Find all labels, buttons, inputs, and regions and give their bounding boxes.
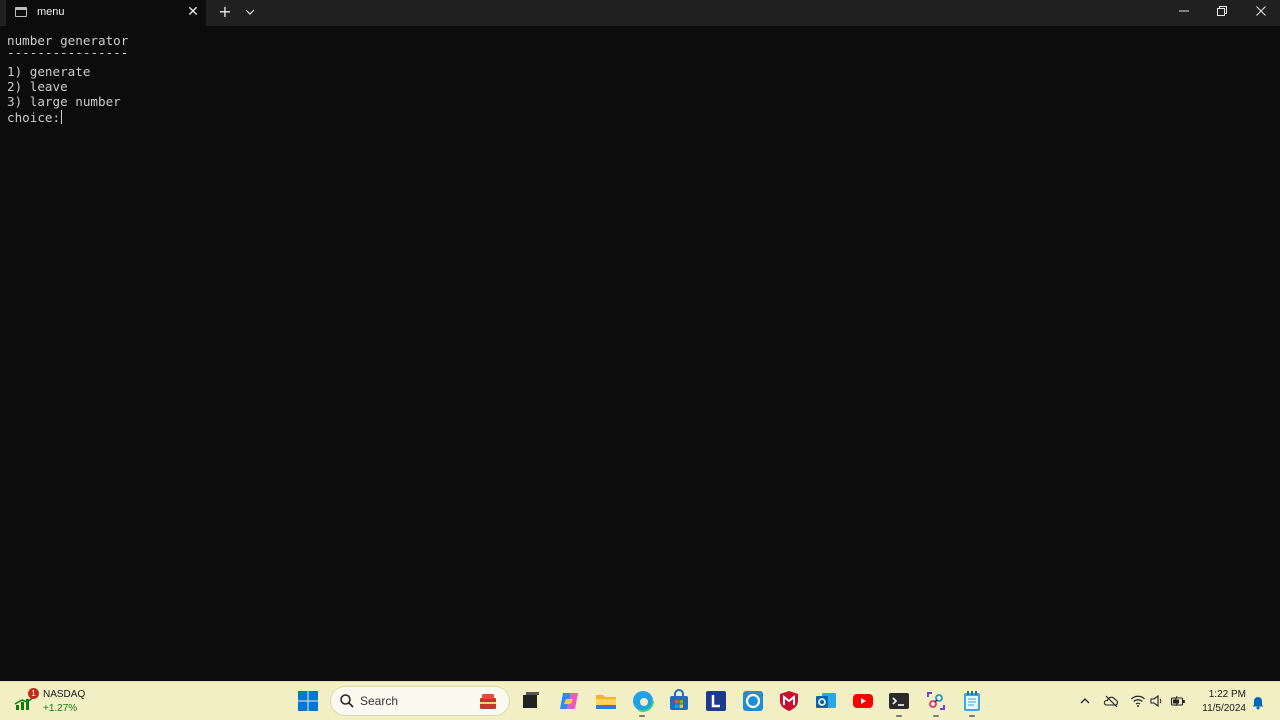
text-cursor xyxy=(61,110,63,124)
terminal-line: 1) generate xyxy=(7,64,91,79)
youtube-icon[interactable] xyxy=(851,689,875,713)
restore-icon xyxy=(1217,6,1227,16)
search-icon xyxy=(340,694,354,708)
clock-time: 1:22 PM xyxy=(1208,689,1246,700)
terminal-line: 2) leave xyxy=(7,79,68,94)
search-placeholder: Search xyxy=(360,694,399,708)
running-indicator xyxy=(896,715,902,717)
tab-menu[interactable]: menu ✕ xyxy=(6,0,206,26)
mcafee-icon[interactable] xyxy=(777,689,801,713)
tab-close-button[interactable]: ✕ xyxy=(184,3,202,21)
taskbar: 1 NASDAQ +1.27% Search 1:22 PM 11/5/2024 xyxy=(0,681,1280,720)
minimize-button[interactable] xyxy=(1165,0,1203,26)
notification-bell-icon[interactable] xyxy=(1251,694,1265,710)
copilot-icon[interactable] xyxy=(557,689,581,713)
edge-icon[interactable] xyxy=(631,689,655,713)
clock-date: 11/5/2024 xyxy=(1202,703,1246,714)
chevron-up-icon[interactable] xyxy=(1077,694,1093,708)
running-indicator xyxy=(639,715,645,717)
l-app-icon[interactable] xyxy=(704,689,728,713)
task-view-icon[interactable] xyxy=(519,689,543,713)
chevron-down-icon xyxy=(245,9,255,15)
stock-change: +1.27% xyxy=(43,703,78,714)
store-icon[interactable] xyxy=(667,689,691,713)
search-highlight-icon xyxy=(480,694,496,709)
wifi-icon[interactable] xyxy=(1130,694,1146,708)
snipping-tool-icon[interactable] xyxy=(924,689,948,713)
running-indicator xyxy=(933,715,939,717)
terminal-prompt-line[interactable]: choice: xyxy=(7,110,63,125)
terminal-line: ---------------- xyxy=(7,45,129,60)
file-explorer-icon[interactable] xyxy=(594,689,618,713)
alexa-icon[interactable] xyxy=(741,689,765,713)
notepad-icon[interactable] xyxy=(960,689,984,713)
title-bar: menu ✕ + xyxy=(0,0,1280,26)
minimize-icon xyxy=(1179,10,1189,12)
notification-badge: 1 xyxy=(28,688,39,699)
battery-icon[interactable] xyxy=(1170,694,1186,708)
tab-dropdown-button[interactable] xyxy=(241,3,259,21)
new-tab-button[interactable]: + xyxy=(216,3,234,21)
stock-name: NASDAQ xyxy=(43,689,86,700)
windows-start-icon[interactable] xyxy=(296,689,320,713)
search-box[interactable]: Search xyxy=(330,686,510,716)
stock-widget[interactable]: 1 NASDAQ +1.27% xyxy=(14,686,104,718)
close-icon xyxy=(1256,6,1266,16)
terminal-output[interactable]: number generator ---------------- 1) gen… xyxy=(0,26,1280,681)
terminal-line: 3) large number xyxy=(7,94,121,109)
outlook-icon[interactable] xyxy=(814,689,838,713)
terminal-icon[interactable] xyxy=(887,689,911,713)
prompt-text: choice: xyxy=(7,110,61,125)
terminal-tab-icon xyxy=(15,7,27,17)
maximize-button[interactable] xyxy=(1203,0,1241,26)
system-clock[interactable]: 1:22 PM 11/5/2024 xyxy=(1190,688,1246,716)
tab-title: menu xyxy=(37,6,65,18)
close-window-button[interactable] xyxy=(1242,0,1280,26)
onedrive-icon[interactable] xyxy=(1103,694,1119,708)
running-indicator xyxy=(969,715,975,717)
volume-icon[interactable] xyxy=(1149,694,1165,708)
